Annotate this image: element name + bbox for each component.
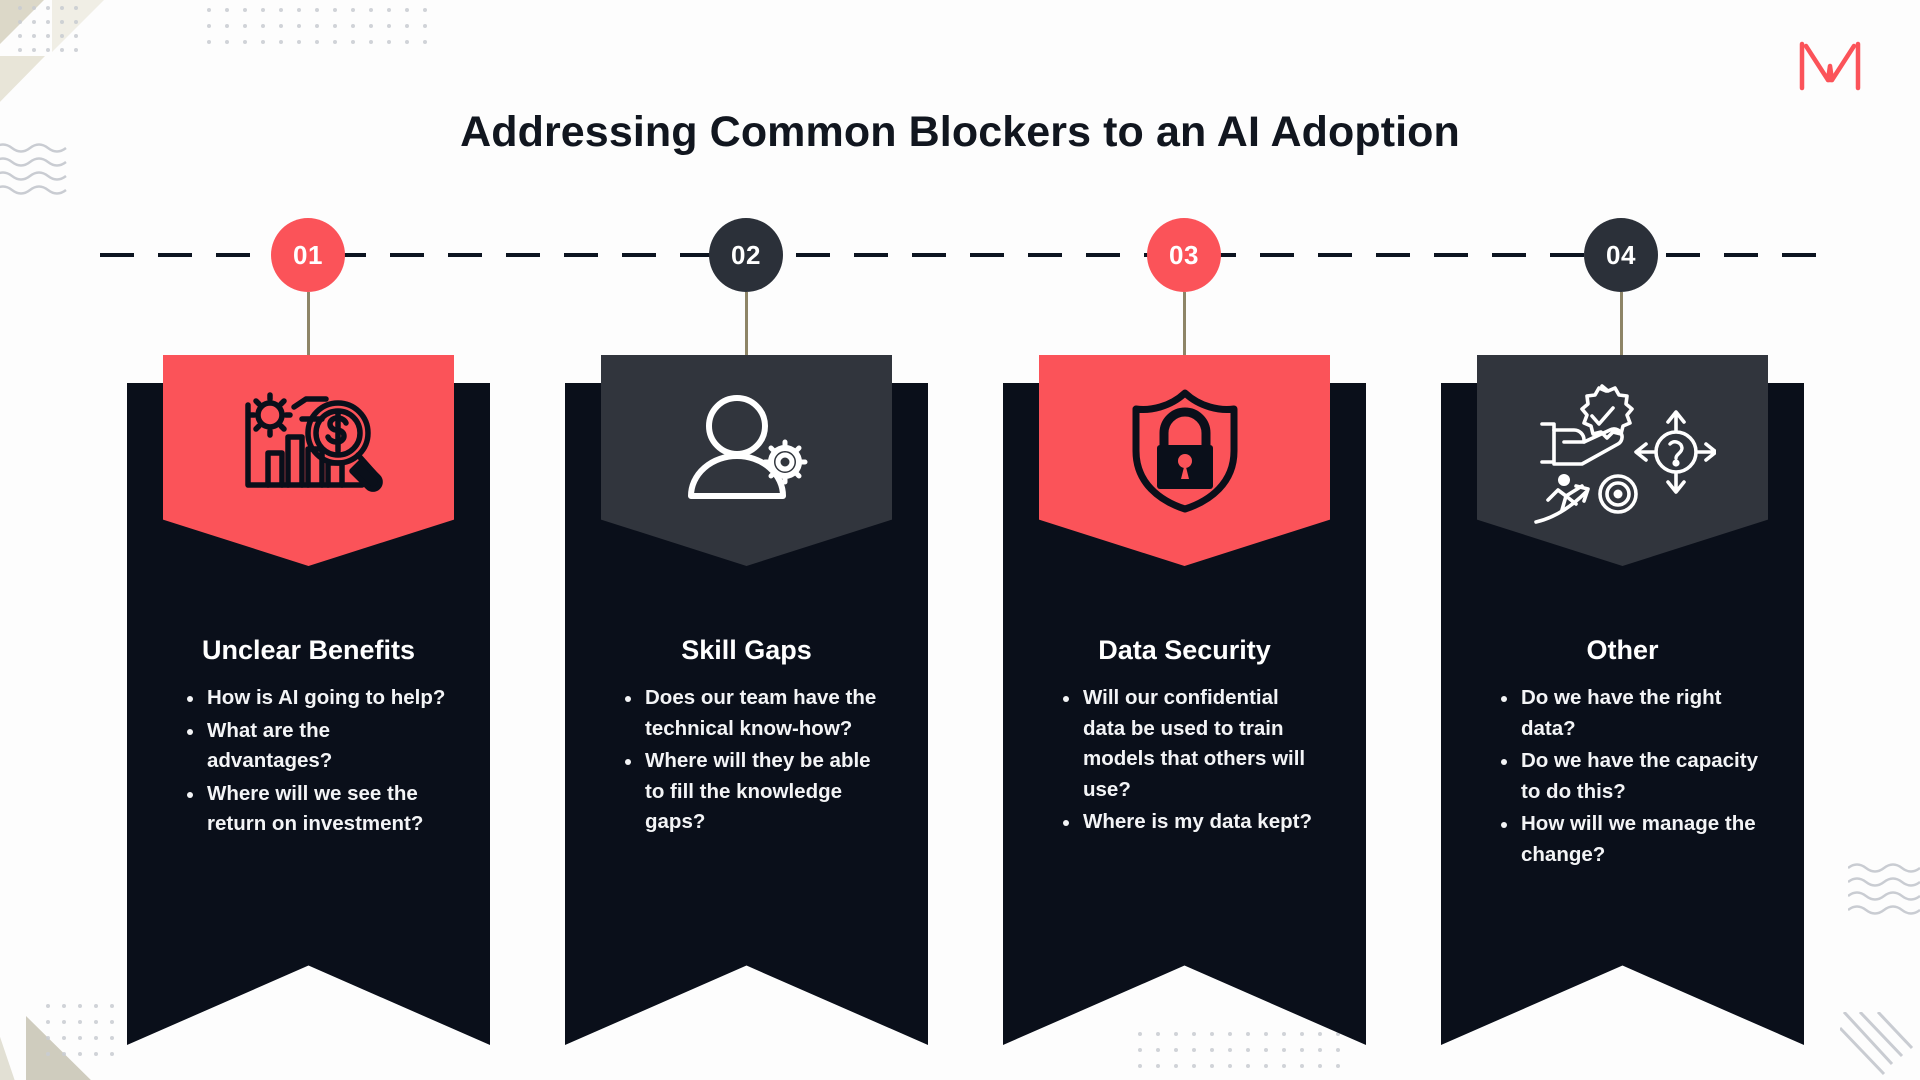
timeline-badge-03[interactable]: 03 [1147,218,1221,292]
person-gear-icon [687,394,807,499]
decor-bottom-left-triangles [0,1016,91,1080]
change-management-collage-icon [1533,383,1716,524]
card-bullet-list: Does our team have the technical know-ho… [620,683,888,840]
slide-canvas: Addressing Common Blockers to an AI Adop… [0,0,1920,1080]
card-title: Unclear Benefits [201,635,416,665]
card-title: Other [1586,635,1659,665]
card-other[interactable]: Other Do we have the right data? Do we h… [1441,355,1804,1045]
timeline-stem-02 [745,292,748,356]
list-item: Will our confidential data be used to tr… [1058,683,1326,805]
card-bullet-list: Will our confidential data be used to tr… [1058,683,1326,840]
card-bullet-list: How is AI going to help? What are the ad… [182,683,450,842]
timeline-stem-01 [307,292,310,356]
list-item: Where will we see the return on investme… [182,779,450,840]
list-item: Do we have the right data? [1496,683,1764,744]
timeline-stem-03 [1183,292,1186,356]
decor-top-left-triangles [0,0,104,102]
card-title: Skill Gaps [681,635,812,665]
timeline-badge-04[interactable]: 04 [1584,218,1658,292]
decor-dotgrid-bottom-left [46,1004,114,1056]
timeline-stem-04 [1620,292,1623,356]
card-title: Data Security [1098,635,1271,665]
shield-lock-icon [1132,389,1237,512]
list-item: Does our team have the technical know-ho… [620,683,888,744]
card-bullet-list: Do we have the right data? Do we have th… [1496,683,1764,872]
list-item: How is AI going to help? [182,683,450,714]
list-item: Do we have the capacity to do this? [1496,746,1764,807]
timeline-badge-02[interactable]: 02 [709,218,783,292]
card-data-security[interactable]: Data Security Will our confidential data… [1003,355,1366,1045]
timeline-dashed-line [100,253,1826,257]
badge-label: 04 [1606,239,1636,270]
timeline-badge-01[interactable]: 01 [271,218,345,292]
card-unclear-benefits[interactable]: Unclear Benefits How is AI going to help… [127,355,490,1045]
card-skill-gaps[interactable]: Skill Gaps Does our team have the techni… [565,355,928,1045]
list-item: How will we manage the change? [1496,809,1764,870]
decor-waves-right [1848,863,1920,915]
list-item: Where will they be able to fill the know… [620,746,888,838]
page-title: Addressing Common Blockers to an AI Adop… [460,108,1460,156]
badge-label: 02 [731,239,761,270]
decor-dotgrid-top-center [207,8,427,44]
brand-logo-icon[interactable] [1798,40,1862,92]
list-item: Where is my data kept? [1058,807,1326,838]
chart-magnifier-dollar-icon [244,391,383,492]
badge-label: 03 [1169,239,1199,270]
decor-dotgrid-top-left [18,6,78,52]
list-item: What are the advantages? [182,716,450,777]
decor-rays-bottom-right [1840,1012,1914,1076]
badge-label: 01 [293,239,323,270]
